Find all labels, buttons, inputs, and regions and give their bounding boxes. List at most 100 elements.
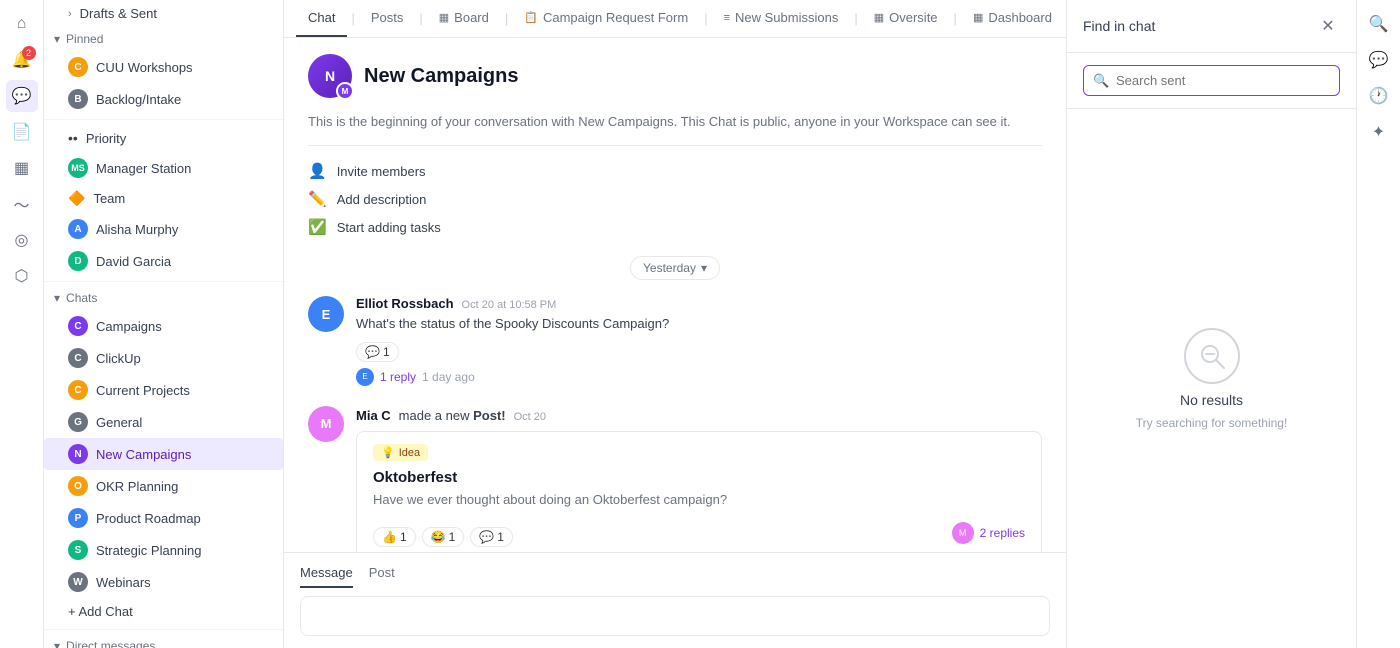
spaces-icon[interactable]: ⬡ [6, 260, 38, 292]
oversite-icon: ▦ [874, 11, 884, 24]
sidebar-item-cuu-workshops[interactable]: C CUU Workshops [44, 51, 283, 83]
post-tag-label: Idea [399, 447, 420, 459]
tab-divider-5: | [852, 11, 859, 26]
home-icon[interactable]: ⌂ [6, 8, 38, 40]
tab-new-submissions[interactable]: ≡ New Submissions [712, 0, 851, 37]
elliot-author: Elliot Rossbach [356, 296, 454, 311]
tab-divider-1: | [349, 11, 356, 26]
no-results-title: No results [1180, 392, 1243, 408]
post-body: Have we ever thought about doing an Okto… [373, 492, 1025, 507]
sidebar-item-drafts-sent[interactable]: › Drafts & Sent [44, 0, 283, 27]
star-icon[interactable]: ✦ [1363, 116, 1395, 148]
elliot-reply-time: 1 day ago [422, 370, 475, 384]
cuu-workshops-label: CUU Workshops [96, 60, 193, 75]
tab-chat[interactable]: Chat [296, 0, 347, 37]
tab-dashboard[interactable]: ▦ Dashboard [961, 0, 1064, 37]
sidebar-item-campaigns[interactable]: C Campaigns [44, 310, 283, 342]
tab-bar: Chat | Posts | ▦ Board | 📋 Campaign Requ… [284, 0, 1066, 38]
thumbs-count: 1 [400, 530, 407, 544]
elliot-reaction-1[interactable]: 💬 1 [356, 342, 399, 362]
docs-icon[interactable]: 📄 [6, 116, 38, 148]
goals-icon[interactable]: ◎ [6, 224, 38, 256]
tab-dashboard-label: Dashboard [988, 10, 1052, 25]
sidebar-item-general[interactable]: G General [44, 406, 283, 438]
add-description-action[interactable]: ✏️ Add description [308, 190, 1042, 208]
sidebar-pinned-header[interactable]: ▾ Pinned [44, 27, 283, 51]
tab-oversite[interactable]: ▦ Oversite [862, 0, 950, 37]
chat-icon[interactable]: 💬 [6, 80, 38, 112]
product-roadmap-label: Product Roadmap [96, 511, 201, 526]
sidebar-item-strategic[interactable]: S Strategic Planning [44, 534, 283, 566]
pulse-icon[interactable]: 〜 [6, 188, 38, 220]
webinars-avatar: W [68, 572, 88, 592]
invite-members-action[interactable]: 👤 Invite members [308, 162, 1042, 180]
date-chip-label: Yesterday [643, 261, 696, 275]
tab-campaign-form[interactable]: 📋 Campaign Request Form [512, 0, 700, 37]
tab-posts-label: Posts [371, 10, 404, 25]
start-tasks-action[interactable]: ✅ Start adding tasks [308, 218, 1042, 236]
input-tab-message[interactable]: Message [300, 565, 353, 588]
sidebar-item-manager-station[interactable]: MS Manager Station [44, 152, 283, 184]
campaigns-label: Campaigns [96, 319, 162, 334]
no-results-icon [1184, 328, 1240, 384]
add-chat-label: + Add Chat [68, 604, 133, 619]
post-reaction-thumbs[interactable]: 👍 1 [373, 527, 416, 547]
find-close-button[interactable]: ✕ [1316, 14, 1340, 38]
sidebar-item-backlog[interactable]: B Backlog/Intake [44, 83, 283, 115]
main-area: Chat | Posts | ▦ Board | 📋 Campaign Requ… [284, 0, 1066, 648]
find-search-input[interactable] [1083, 65, 1340, 96]
no-results-sub: Try searching for something! [1136, 416, 1288, 430]
sidebar-item-clickup[interactable]: C ClickUp [44, 342, 283, 374]
dm-label: Direct messages [66, 639, 155, 648]
clickup-label: ClickUp [96, 351, 141, 366]
sidebar-item-okr[interactable]: O OKR Planning [44, 470, 283, 502]
chat-area: N M New Campaigns This is the beginning … [284, 38, 1066, 552]
sidebar-item-alisha[interactable]: A Alisha Murphy [44, 213, 283, 245]
find-search-icon: 🔍 [1093, 73, 1109, 89]
strategic-avatar: S [68, 540, 88, 560]
dm-chevron: ▾ [54, 639, 60, 648]
message-input-box[interactable] [300, 596, 1050, 636]
post-card: 💡 Idea Oktoberfest Have we ever thought … [356, 431, 1042, 552]
sidebar-item-current-projects[interactable]: C Current Projects ✏️ [44, 374, 283, 406]
dashboard-icon[interactable]: ▦ [6, 152, 38, 184]
pinned-label: Pinned [66, 32, 103, 46]
sidebar-item-webinars[interactable]: W Webinars [44, 566, 283, 598]
tab-board[interactable]: ▦ Board [427, 0, 501, 37]
post-reaction-laugh[interactable]: 😂 1 [422, 527, 465, 547]
post-replies[interactable]: M 2 replies [952, 522, 1025, 544]
sidebar-item-priority[interactable]: •• Priority [44, 124, 283, 152]
sidebar-item-team[interactable]: 🔶 Team [44, 184, 283, 213]
cuu-workshops-avatar: C [68, 57, 88, 77]
sidebar-item-new-campaigns[interactable]: N New Campaigns [44, 438, 283, 470]
alisha-avatar: A [68, 219, 88, 239]
tasks-icon: ✅ [308, 218, 327, 236]
channel-sub-avatar: M [336, 82, 354, 100]
message-row: E Elliot Rossbach Oct 20 at 10:58 PM Wha… [308, 296, 1042, 386]
sidebar-item-add-chat[interactable]: + Add Chat [44, 598, 283, 625]
sidebar-item-product-roadmap[interactable]: P Product Roadmap [44, 502, 283, 534]
invite-label: Invite members [337, 164, 426, 179]
sidebar: › Drafts & Sent ▾ Pinned C CUU Workshops… [44, 0, 284, 648]
tab-posts[interactable]: Posts [359, 0, 416, 37]
post-reaction-chat[interactable]: 💬 1 [470, 527, 513, 547]
history-icon[interactable]: 🕐 [1363, 80, 1395, 112]
sidebar-item-david[interactable]: D David Garcia [44, 245, 283, 277]
channel-description: This is the beginning of your conversati… [308, 114, 1042, 146]
date-divider: Yesterday ▾ [308, 256, 1042, 280]
sidebar-chats-header[interactable]: ▾ Chats [44, 286, 283, 310]
notifications-icon[interactable]: 🔔 2 [6, 44, 38, 76]
date-chip[interactable]: Yesterday ▾ [630, 256, 720, 280]
mia-author: Mia C [356, 408, 391, 423]
comment-icon[interactable]: 💬 [1363, 44, 1395, 76]
input-tab-post[interactable]: Post [369, 565, 395, 588]
team-label: Team [93, 191, 125, 206]
elliot-reply-row[interactable]: E 1 reply 1 day ago [356, 368, 1042, 386]
search-icon[interactable]: 🔍 [1363, 8, 1395, 40]
sidebar-dm-header[interactable]: ▾ Direct messages [44, 634, 283, 648]
current-projects-avatar: C [68, 380, 88, 400]
alisha-label: Alisha Murphy [96, 222, 178, 237]
chat-count: 1 [497, 530, 504, 544]
backlog-label: Backlog/Intake [96, 92, 181, 107]
current-projects-label: Current Projects [96, 383, 190, 398]
